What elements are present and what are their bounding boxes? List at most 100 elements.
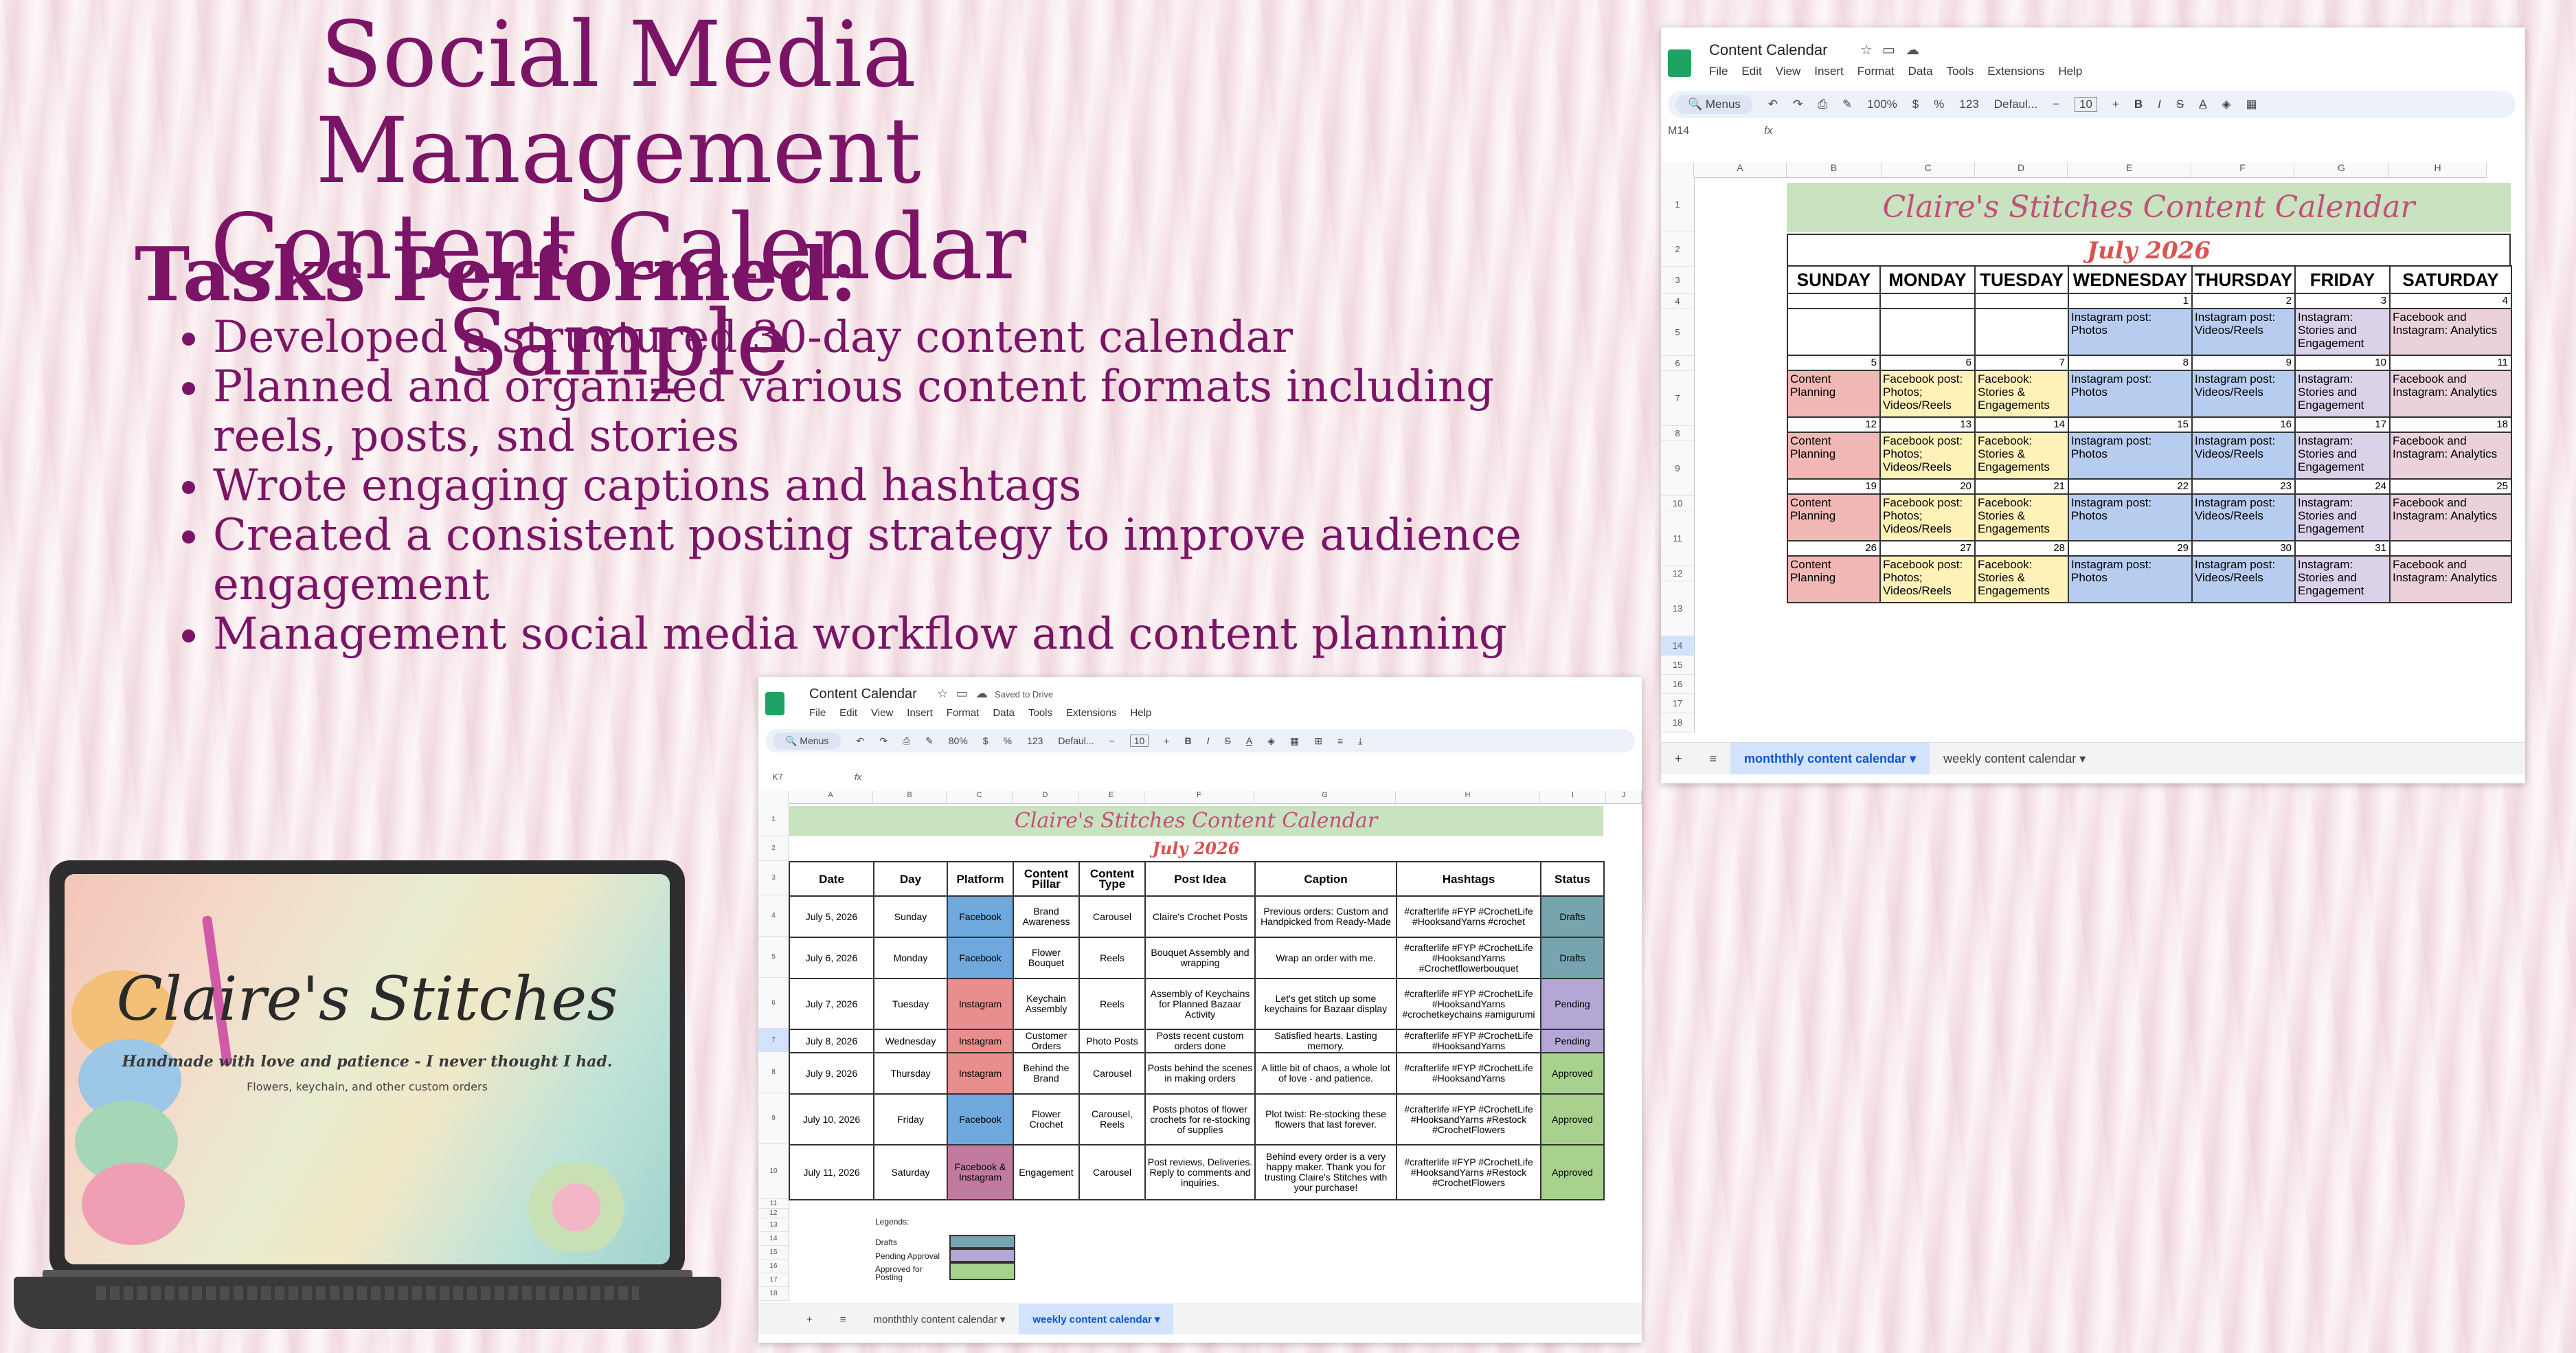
strikethrough-icon[interactable]: S <box>2176 98 2184 111</box>
row-header[interactable]: 18 <box>1661 713 1694 733</box>
date-number[interactable]: 16 <box>2191 416 2296 433</box>
date-number[interactable]: 7 <box>1974 355 2069 371</box>
bold-icon[interactable]: B <box>1185 735 1192 746</box>
col-header[interactable]: D <box>1013 791 1078 803</box>
add-sheet-icon[interactable]: + <box>793 1304 826 1334</box>
font-size-plus-icon[interactable]: + <box>1164 735 1169 746</box>
row-header[interactable]: 17 <box>758 1273 789 1287</box>
date-number[interactable]: 23 <box>2191 478 2296 495</box>
add-sheet-icon[interactable]: + <box>1661 743 1696 774</box>
cell-date[interactable]: July 7, 2026 <box>789 978 874 1030</box>
calendar-cell[interactable]: Facebook post: Photos; Videos/Reels <box>1879 493 1976 541</box>
cell-status[interactable]: Approved <box>1540 1052 1605 1095</box>
cell-platform[interactable]: Facebook <box>947 895 1014 938</box>
cell-type[interactable]: Reels <box>1078 937 1146 979</box>
menu-extensions[interactable]: Extensions <box>1987 65 2044 78</box>
calendar-cell[interactable]: Facebook and Instagram: Analytics <box>2389 555 2512 603</box>
cell-idea[interactable]: Posts behind the scenes in making orders <box>1144 1052 1256 1095</box>
row-header[interactable]: 5 <box>1661 309 1694 356</box>
calendar-cell[interactable]: Facebook: Stories & Engagements <box>1974 432 2069 480</box>
print-icon[interactable]: ⎙ <box>903 735 910 747</box>
cell-day[interactable]: Sunday <box>873 895 948 938</box>
cloud-done-icon[interactable]: ☁ <box>975 686 988 701</box>
row-header[interactable]: 8 <box>758 1052 789 1093</box>
row-header[interactable]: 4 <box>1661 294 1694 309</box>
date-number[interactable]: 14 <box>1974 416 2069 433</box>
number-format-button[interactable]: 123 <box>1027 735 1043 746</box>
menu-data[interactable]: Data <box>993 707 1015 719</box>
row-header[interactable]: 2 <box>758 836 789 861</box>
col-header[interactable]: B <box>1787 162 1882 177</box>
cell-caption[interactable]: Let's get stitch up some keychains for B… <box>1254 978 1397 1030</box>
cell-date[interactable]: July 5, 2026 <box>789 895 874 938</box>
date-number[interactable]: 28 <box>1974 540 2069 557</box>
calendar-cell[interactable]: Instagram: Stories and Engagement <box>2294 555 2391 603</box>
cell-idea[interactable]: Posts photos of flower crochets for re-s… <box>1144 1093 1256 1145</box>
zoom-select[interactable]: 80% <box>949 735 968 746</box>
calendar-cell[interactable]: Instagram post: Photos <box>2068 432 2193 480</box>
calendar-cell[interactable] <box>1879 308 1976 356</box>
row-header[interactable]: 10 <box>758 1144 789 1199</box>
calendar-cell[interactable]: Instagram post: Videos/Reels <box>2191 493 2296 541</box>
row-header[interactable]: 11 <box>1661 511 1694 566</box>
cell-pillar[interactable]: Keychain Assembly <box>1013 978 1080 1030</box>
percent-button[interactable]: % <box>1934 98 1944 111</box>
menus-search[interactable]: 🔍 Menus <box>773 732 841 750</box>
date-number[interactable]: 3 <box>2294 293 2391 309</box>
cell-day[interactable]: Saturday <box>873 1144 948 1200</box>
cell-status[interactable]: Approved <box>1540 1144 1605 1200</box>
col-header[interactable]: A <box>1694 162 1787 177</box>
font-size-input[interactable]: 10 <box>2074 97 2097 112</box>
date-number[interactable]: 19 <box>1787 478 1881 495</box>
merge-icon[interactable]: ⊞ <box>1314 735 1322 747</box>
row-header[interactable]: 6 <box>1661 356 1694 371</box>
row-header[interactable]: 7 <box>758 1029 789 1052</box>
borders-icon[interactable]: ▦ <box>2246 98 2257 111</box>
cell-tags[interactable]: #crafterlife #FYP #CrochetLife #Hooksand… <box>1396 937 1541 979</box>
cell-tags[interactable]: #crafterlife #FYP #CrochetLife #Hooksand… <box>1396 1144 1541 1200</box>
cell-platform[interactable]: Instagram <box>947 1029 1014 1053</box>
calendar-cell[interactable]: Instagram: Stories and Engagement <box>2294 308 2391 356</box>
calendar-cell[interactable]: Facebook and Instagram: Analytics <box>2389 308 2512 356</box>
row-header[interactable]: 9 <box>1661 441 1694 496</box>
row-header[interactable]: 12 <box>758 1209 789 1218</box>
row-header[interactable]: 13 <box>1661 581 1694 636</box>
date-number[interactable]: 1 <box>2068 293 2193 309</box>
cell-pillar[interactable]: Brand Awareness <box>1013 895 1080 938</box>
col-header[interactable]: I <box>1540 791 1606 803</box>
cell-pillar[interactable]: Customer Orders <box>1013 1029 1080 1053</box>
row-header[interactable]: 18 <box>758 1287 789 1301</box>
calendar-cell[interactable]: Content Planning <box>1787 432 1881 480</box>
cell-idea[interactable]: Assembly of Keychains for Planned Bazaar… <box>1144 978 1256 1030</box>
star-icon[interactable]: ☆ <box>1860 41 1873 58</box>
cell-caption[interactable]: Previous orders: Custom and Handpicked f… <box>1254 895 1397 938</box>
row-header[interactable]: 11 <box>758 1199 789 1209</box>
menu-help[interactable]: Help <box>1130 707 1151 719</box>
font-select[interactable]: Defaul... <box>1058 735 1094 746</box>
star-icon[interactable]: ☆ <box>937 686 948 701</box>
calendar-cell[interactable]: Facebook: Stories & Engagements <box>1974 370 2069 418</box>
col-header[interactable]: F <box>2191 162 2294 177</box>
menu-edit[interactable]: Edit <box>839 707 857 719</box>
calendar-cell[interactable] <box>1787 308 1881 356</box>
date-number[interactable]: 13 <box>1879 416 1976 433</box>
row-header[interactable]: 12 <box>1661 566 1694 581</box>
cell-tags[interactable]: #crafterlife #FYP #CrochetLife #Hooksand… <box>1396 1052 1541 1095</box>
row-header[interactable]: 14 <box>758 1232 789 1246</box>
cell-date[interactable]: July 10, 2026 <box>789 1093 874 1145</box>
undo-icon[interactable]: ↶ <box>856 735 864 747</box>
row-header[interactable]: 13 <box>758 1218 789 1232</box>
paint-format-icon[interactable]: ✎ <box>1842 98 1852 111</box>
cell-date[interactable]: July 11, 2026 <box>789 1144 874 1200</box>
calendar-cell[interactable]: Instagram post: Videos/Reels <box>2191 432 2296 480</box>
cell-caption[interactable]: A little bit of chaos, a whole lot of lo… <box>1254 1052 1397 1095</box>
fill-color-icon[interactable]: ◈ <box>1267 735 1275 747</box>
text-color-icon[interactable]: A <box>2199 98 2206 111</box>
align-icon[interactable]: ≡ <box>1337 735 1343 746</box>
row-header[interactable]: 14 <box>1661 636 1694 656</box>
menu-data[interactable]: Data <box>1908 65 1933 78</box>
row-header[interactable]: 2 <box>1661 232 1694 267</box>
date-number[interactable]: 10 <box>2294 355 2391 371</box>
cell-date[interactable]: July 9, 2026 <box>789 1052 874 1095</box>
italic-icon[interactable]: I <box>1207 735 1210 746</box>
